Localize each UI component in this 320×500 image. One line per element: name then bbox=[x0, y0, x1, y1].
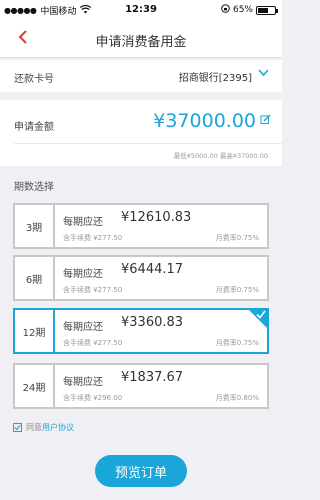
status-bar: ●●●●● 中国移动 12:39 65% bbox=[0, 0, 282, 20]
period-details: 每期应还 ¥6444.17 含手续费 ¥277.50 月费率0.75% bbox=[55, 257, 267, 299]
amount-label: 申请金额 bbox=[14, 122, 54, 133]
pay-label: 每期应还 bbox=[63, 377, 103, 388]
pay-amount: ¥6444.17 bbox=[121, 262, 184, 277]
edit-icon[interactable] bbox=[260, 114, 271, 128]
pay-amount: ¥1837.67 bbox=[121, 370, 184, 385]
pay-label: 每期应还 bbox=[63, 269, 103, 280]
rate-label: 月费率0.75% bbox=[215, 286, 259, 294]
rotation-lock-icon bbox=[221, 4, 230, 16]
amount-range: 最低¥5000.00 最高¥37000.00 bbox=[173, 152, 268, 160]
period-card-12[interactable]: 12期 每期应还 ¥3360.83 含手续费 ¥277.50 月费率0.75% bbox=[13, 308, 269, 354]
pay-amount: ¥3360.83 bbox=[121, 315, 184, 330]
period-num: 12期 bbox=[15, 310, 55, 352]
pay-label: 每期应还 bbox=[63, 217, 103, 228]
agreement-row: 同意 用户协议 bbox=[13, 420, 74, 434]
period-details: 每期应还 ¥12610.83 含手续费 ¥277.50 月费率0.75% bbox=[55, 205, 267, 247]
user-agreement-link[interactable]: 用户协议 bbox=[42, 422, 74, 433]
period-num: 3期 bbox=[15, 205, 55, 247]
agreement-checkbox[interactable] bbox=[13, 422, 22, 432]
chevron-down-icon[interactable] bbox=[257, 66, 270, 83]
repay-account-label: 还款卡号 bbox=[14, 74, 54, 85]
checkmark-icon bbox=[256, 309, 266, 322]
preview-order-button[interactable]: 预览订单 bbox=[95, 455, 187, 487]
status-right: 65% bbox=[221, 4, 278, 16]
periods-title: 期数选择 bbox=[14, 182, 54, 193]
nav-bar: 申请消费备用金 bbox=[0, 20, 282, 58]
battery-icon bbox=[256, 5, 278, 15]
pay-label: 每期应还 bbox=[63, 322, 103, 333]
battery-cap bbox=[276, 8, 278, 13]
repay-account-row[interactable]: 还款卡号 招商银行[2395] bbox=[0, 60, 282, 92]
period-num: 6期 bbox=[15, 257, 55, 299]
fee-label: 含手续费 ¥277.50 bbox=[63, 339, 123, 347]
rate-label: 月费率0.75% bbox=[215, 234, 259, 242]
battery-fill bbox=[258, 7, 269, 13]
page-title: 申请消费备用金 bbox=[95, 35, 187, 50]
pay-amount: ¥12610.83 bbox=[121, 210, 192, 225]
rate-label: 月费率0.80% bbox=[215, 394, 259, 402]
period-card-24[interactable]: 24期 每期应还 ¥1837.67 含手续费 ¥296.00 月费率0.80% bbox=[13, 363, 269, 409]
repay-account-value: 招商银行[2395] bbox=[178, 73, 252, 84]
period-num: 24期 bbox=[15, 365, 55, 407]
amount-divider bbox=[14, 143, 282, 144]
fee-label: 含手续费 ¥277.50 bbox=[63, 286, 123, 294]
period-details: 每期应还 ¥3360.83 含手续费 ¥277.50 月费率0.75% bbox=[55, 310, 267, 352]
amount-value[interactable]: ¥37000.00 bbox=[153, 110, 256, 132]
fee-label: 含手续费 ¥277.50 bbox=[63, 234, 123, 242]
period-details: 每期应还 ¥1837.67 含手续费 ¥296.00 月费率0.80% bbox=[55, 365, 267, 407]
period-card-6[interactable]: 6期 每期应还 ¥6444.17 含手续费 ¥277.50 月费率0.75% bbox=[13, 255, 269, 301]
battery-percent: 65% bbox=[232, 5, 253, 15]
rate-label: 月费率0.75% bbox=[215, 339, 259, 347]
amount-card: 申请金额 ¥37000.00 最低¥5000.00 最高¥37000.00 bbox=[0, 100, 282, 166]
agreement-text: 同意 bbox=[26, 422, 42, 432]
period-card-3[interactable]: 3期 每期应还 ¥12610.83 含手续费 ¥277.50 月费率0.75% bbox=[13, 203, 269, 249]
fee-label: 含手续费 ¥296.00 bbox=[63, 394, 123, 402]
